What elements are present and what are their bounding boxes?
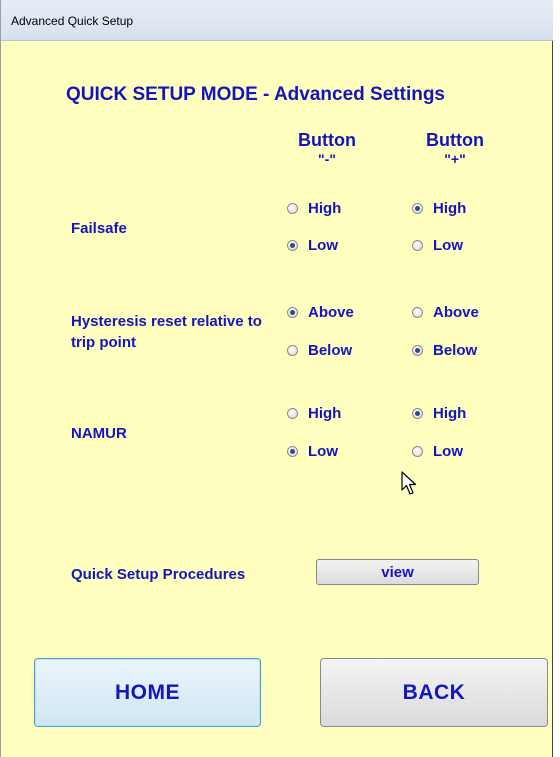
failsafe-label: Failsafe: [71, 220, 127, 237]
title-bar: Advanced Quick Setup: [1, 0, 553, 41]
settings-panel: QUICK SETUP MODE - Advanced Settings But…: [1, 41, 552, 757]
radio-icon: [412, 446, 423, 457]
failsafe-plus-low-radio[interactable]: Low: [412, 237, 463, 254]
radio-label: High: [308, 405, 342, 422]
mouse-cursor-icon: [401, 471, 417, 495]
namur-plus-high-radio[interactable]: High: [412, 405, 466, 422]
failsafe-plus-high-radio[interactable]: High: [412, 200, 466, 217]
radio-icon: [412, 307, 423, 318]
column-header-plus: Button "+": [395, 130, 515, 167]
radio-label: Above: [433, 304, 479, 321]
radio-icon: [412, 345, 423, 356]
radio-label: High: [433, 405, 467, 422]
hysteresis-minus-above-radio[interactable]: Above: [287, 304, 354, 321]
page-title: QUICK SETUP MODE - Advanced Settings: [66, 84, 445, 105]
radio-label: Low: [433, 443, 463, 460]
app-window: Advanced Quick Setup QUICK SETUP MODE - …: [0, 0, 553, 757]
radio-label: Low: [433, 237, 463, 254]
column-header-minus-line2: "-": [318, 151, 336, 167]
radio-icon: [412, 203, 423, 214]
hysteresis-minus-below-radio[interactable]: Below: [287, 342, 352, 359]
radio-label: High: [433, 200, 467, 217]
back-button[interactable]: BACK: [320, 658, 548, 727]
radio-icon: [287, 203, 298, 214]
failsafe-minus-low-radio[interactable]: Low: [287, 237, 338, 254]
radio-label: Low: [308, 237, 338, 254]
home-button[interactable]: HOME: [34, 658, 261, 727]
radio-icon: [287, 408, 298, 419]
radio-icon: [287, 446, 298, 457]
radio-icon: [287, 240, 298, 251]
radio-icon: [412, 240, 423, 251]
radio-label: Below: [308, 342, 353, 359]
namur-label: NAMUR: [71, 425, 127, 442]
column-header-plus-line2: "+": [444, 151, 466, 167]
radio-label: Low: [308, 443, 338, 460]
column-header-minus-line1: Button: [298, 130, 356, 150]
window-title: Advanced Quick Setup: [11, 14, 134, 28]
hysteresis-plus-below-radio[interactable]: Below: [412, 342, 477, 359]
radio-icon: [287, 307, 298, 318]
radio-icon: [412, 408, 423, 419]
namur-minus-low-radio[interactable]: Low: [287, 443, 338, 460]
radio-label: Below: [433, 342, 478, 359]
column-header-minus: Button "-": [267, 130, 387, 167]
radio-label: High: [308, 200, 342, 217]
procedures-label: Quick Setup Procedures: [71, 566, 246, 583]
radio-label: Above: [308, 304, 354, 321]
namur-plus-low-radio[interactable]: Low: [412, 443, 463, 460]
hysteresis-plus-above-radio[interactable]: Above: [412, 304, 479, 321]
column-header-plus-line1: Button: [426, 130, 484, 150]
namur-minus-high-radio[interactable]: High: [287, 405, 341, 422]
hysteresis-label: Hysteresis reset relative to trip point: [71, 313, 262, 351]
view-procedures-button[interactable]: view: [316, 559, 479, 585]
failsafe-minus-high-radio[interactable]: High: [287, 200, 341, 217]
radio-icon: [287, 345, 298, 356]
